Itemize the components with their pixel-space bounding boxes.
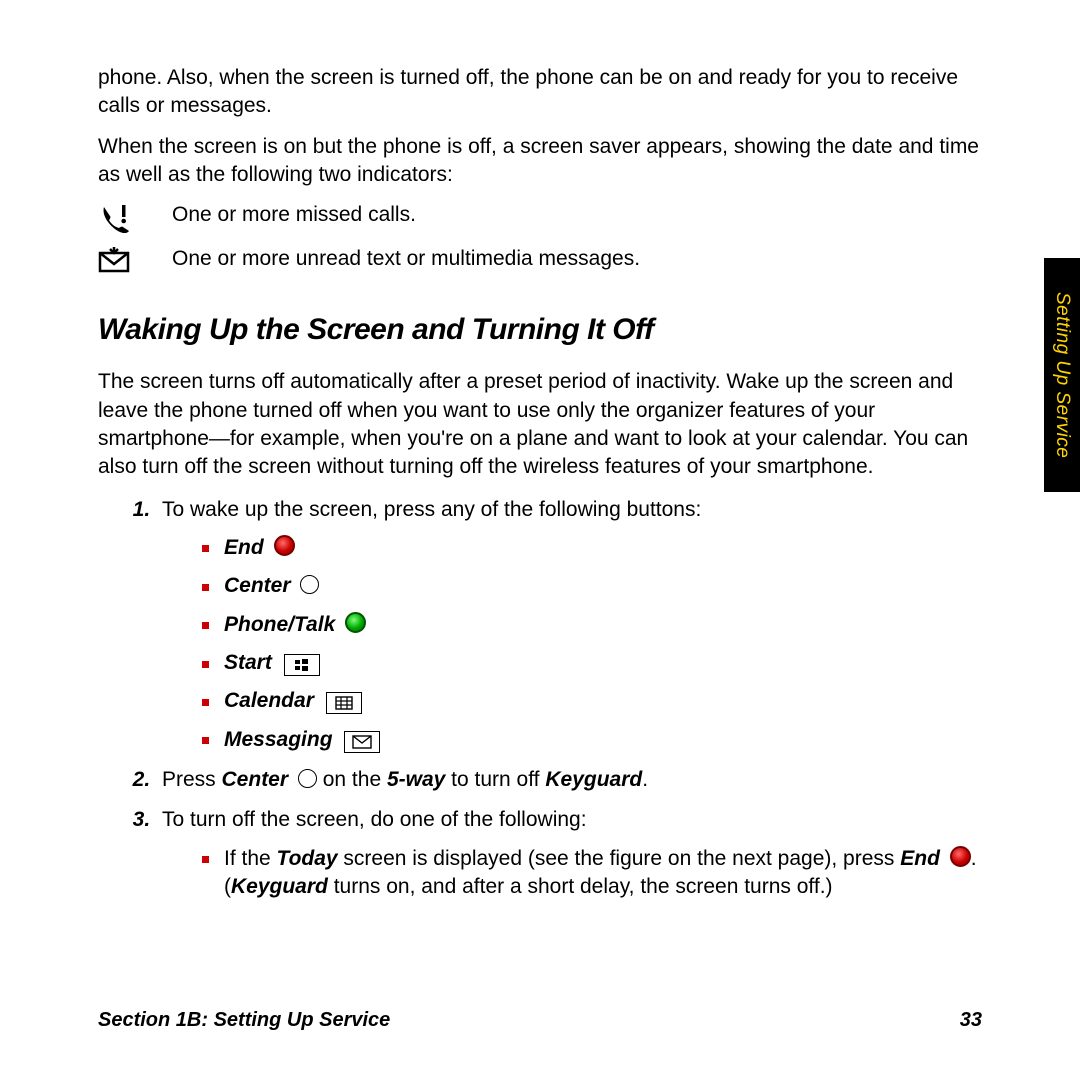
footer-page-number: 33	[960, 1007, 982, 1034]
text: to turn off	[445, 768, 545, 791]
indicator-text: One or more unread text or multimedia me…	[172, 245, 982, 273]
step-2: Press Center on the 5-way to turn off Ke…	[156, 766, 982, 794]
button-end: End	[202, 534, 982, 562]
button-label: Messaging	[224, 728, 333, 751]
step-1: To wake up the screen, press any of the …	[156, 496, 982, 754]
text-bold: 5-way	[387, 768, 445, 791]
start-key-icon	[284, 654, 320, 676]
text-bold: Keyguard	[545, 768, 642, 791]
messaging-key-icon	[344, 731, 380, 753]
indicator-text: One or more missed calls.	[172, 201, 982, 229]
text: turns on, and after a short delay, the s…	[328, 875, 833, 898]
step-1-buttons: End Center Phone/Talk Start	[162, 534, 982, 754]
text-bold: Center	[222, 768, 289, 791]
text-bold: End	[900, 847, 940, 870]
button-label: Phone/Talk	[224, 613, 335, 636]
calendar-key-icon	[326, 692, 362, 714]
center-key-icon	[300, 575, 319, 594]
end-key-icon	[950, 846, 971, 867]
text-bold: Keyguard	[231, 875, 328, 898]
section-body: The screen turns off automatically after…	[98, 368, 982, 481]
button-phone-talk: Phone/Talk	[202, 611, 982, 639]
center-key-icon	[298, 769, 317, 788]
missed-call-icon	[98, 201, 148, 233]
step-3: To turn off the screen, do one of the fo…	[156, 806, 982, 901]
indicator-row-missed-calls: One or more missed calls.	[98, 201, 982, 233]
footer-section-title: Section 1B: Setting Up Service	[98, 1007, 390, 1034]
intro-paragraph-2: When the screen is on but the phone is o…	[98, 133, 982, 190]
section-heading: Waking Up the Screen and Turning It Off	[98, 310, 982, 351]
page-footer: Section 1B: Setting Up Service 33	[98, 1007, 982, 1034]
intro-paragraph-1: phone. Also, when the screen is turned o…	[98, 64, 982, 121]
manual-page: phone. Also, when the screen is turned o…	[0, 0, 1080, 1080]
button-label: Calendar	[224, 689, 314, 712]
button-label: Center	[224, 574, 291, 597]
indicator-row-unread-messages: One or more unread text or multimedia me…	[98, 245, 982, 273]
text: Press	[162, 768, 222, 791]
button-messaging: Messaging	[202, 726, 982, 754]
text: If the	[224, 847, 277, 870]
step-3-options: If the Today screen is displayed (see th…	[162, 845, 982, 902]
button-center: Center	[202, 572, 982, 600]
steps-list: To wake up the screen, press any of the …	[98, 496, 982, 902]
message-icon	[98, 245, 148, 273]
step-3-option-1: If the Today screen is displayed (see th…	[202, 845, 982, 902]
button-calendar: Calendar	[202, 687, 982, 715]
button-label: Start	[224, 651, 272, 674]
step-3-intro: To turn off the screen, do one of the fo…	[162, 808, 587, 831]
step-1-intro: To wake up the screen, press any of the …	[162, 498, 701, 521]
side-tab: Setting Up Service	[1044, 258, 1080, 492]
button-start: Start	[202, 649, 982, 677]
text-bold: Today	[277, 847, 338, 870]
text: on the	[323, 768, 387, 791]
text: screen is displayed (see the figure on t…	[338, 847, 901, 870]
button-label: End	[224, 536, 264, 559]
text: .	[642, 768, 648, 791]
end-key-icon	[274, 535, 295, 556]
phone-talk-key-icon	[345, 612, 366, 633]
